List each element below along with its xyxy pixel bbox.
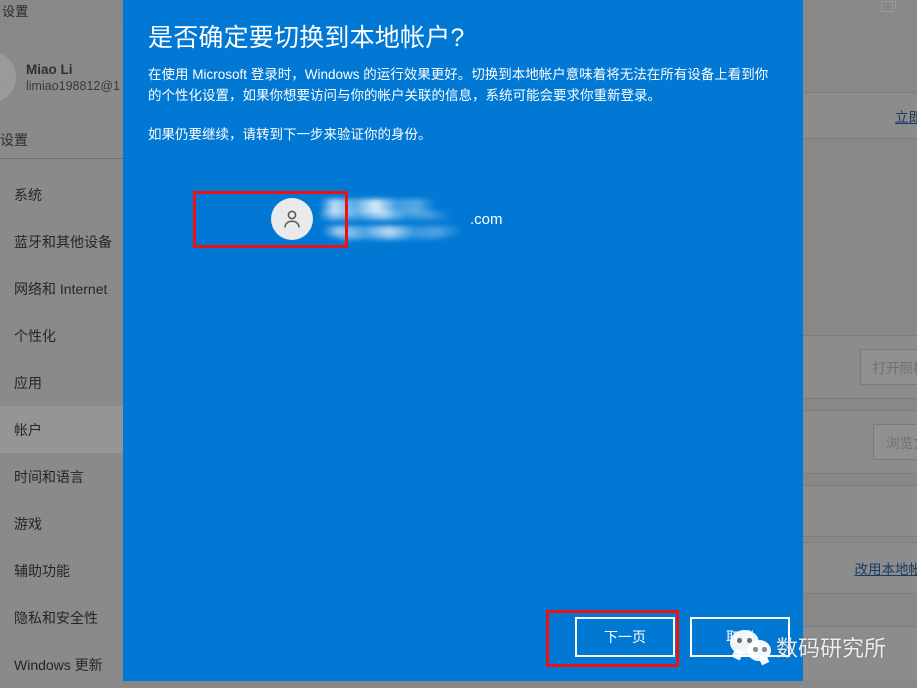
dialog-title: 是否确定要切换到本地帐户? (148, 24, 465, 52)
sidebar-item-label: Windows 更新 (14, 656, 103, 673)
cancel-button[interactable]: 取消 (690, 617, 790, 657)
sidebar-profile-text: Miao Li limiao198812@1 (26, 62, 120, 93)
next-button[interactable]: 下一页 (575, 617, 675, 657)
sidebar-nav-list: 系统蓝牙和其他设备 网络和 Internet 个性化应用帐户时间和语言游戏辅助功能隐… (0, 171, 123, 688)
restore-window-icon[interactable] (881, 0, 896, 12)
sidebar-item-1[interactable]: 蓝牙和其他设备 (0, 218, 123, 265)
avatar (271, 198, 313, 240)
sidebar-section-title: 户设置 (0, 132, 28, 148)
dialog-paragraph-1: 在使用 Microsoft 登录时，Windows 的运行效果更好。切换到本地帐… (148, 67, 769, 103)
sidebar-item-label: 辅助功能 (14, 562, 70, 579)
profile-name: Miao Li (26, 61, 73, 77)
sidebar-item-6[interactable]: 时间和语言 (0, 453, 123, 500)
sidebar-item-label: 隐私和安全性 (14, 609, 98, 626)
open-camera-button[interactable]: 打开照相机 (859, 349, 917, 385)
sidebar-item-label: 网络和 Internet (14, 280, 108, 297)
sidebar: Miao Li limiao198812@1 户设置 系统蓝牙和其他设备网络和 … (0, 30, 123, 688)
dialog-body: 在使用 Microsoft 登录时，Windows 的运行效果更好。切换到本地帐… (148, 64, 780, 145)
switch-to-local-account-dialog: 是否确定要切换到本地帐户? 在使用 Microsoft 登录时，Windows … (123, 0, 803, 681)
dialog-account-row: .com (271, 193, 503, 245)
account-identifier: .com (316, 193, 503, 245)
sidebar-item-label: 蓝牙和其他设备 (14, 233, 112, 250)
sidebar-divider (0, 158, 123, 159)
sidebar-item-5[interactable]: 帐户 (0, 406, 123, 453)
sidebar-item-label: 游戏 (14, 515, 42, 532)
profile-email: limiao198812@1 (26, 78, 121, 93)
activate-now-link[interactable]: 立即激活 (895, 106, 917, 126)
sidebar-item-3[interactable]: 个性化 (0, 312, 123, 359)
window-title: 设置 (2, 4, 29, 19)
screen-root: 设置 Miao Li limiao198812@1 户设置 系统蓝牙和其他 (0, 0, 917, 688)
sidebar-item-7[interactable]: 游戏 (0, 500, 123, 547)
avatar (0, 51, 16, 103)
switch-to-local-account-link[interactable]: 改用本地帐户登 (855, 558, 917, 578)
redacted-account-name (316, 193, 466, 245)
sidebar-item-8[interactable]: 辅助功能 (0, 547, 123, 594)
person-icon (284, 210, 300, 228)
sidebar-profile[interactable]: Miao Li limiao198812@1 (0, 48, 124, 106)
sidebar-item-label: 个性化 (14, 327, 56, 344)
person-icon (0, 86, 1, 89)
sidebar-item-10[interactable]: Windows 更新 (0, 641, 123, 688)
sidebar-item-label: 应用 (14, 374, 42, 391)
sidebar-item-9[interactable]: 隐私和安全性 (0, 594, 123, 641)
dialog-button-row: 下一页 取消 (123, 617, 803, 663)
browse-files-button[interactable]: 浏览文件 (873, 424, 917, 460)
sidebar-item-label: 时间和语言 (14, 468, 84, 485)
dialog-paragraph-2: 如果仍要继续，请转到下一步来验证你的身份。 (148, 127, 432, 142)
account-email-domain: .com (470, 210, 503, 228)
sidebar-item-0[interactable]: 系统 (0, 171, 123, 218)
sidebar-item-2[interactable]: 网络和 Internet (0, 265, 123, 312)
sidebar-item-label: 帐户 (14, 421, 42, 438)
sidebar-item-4[interactable]: 应用 (0, 359, 123, 406)
sidebar-item-label: 系统 (14, 186, 42, 203)
